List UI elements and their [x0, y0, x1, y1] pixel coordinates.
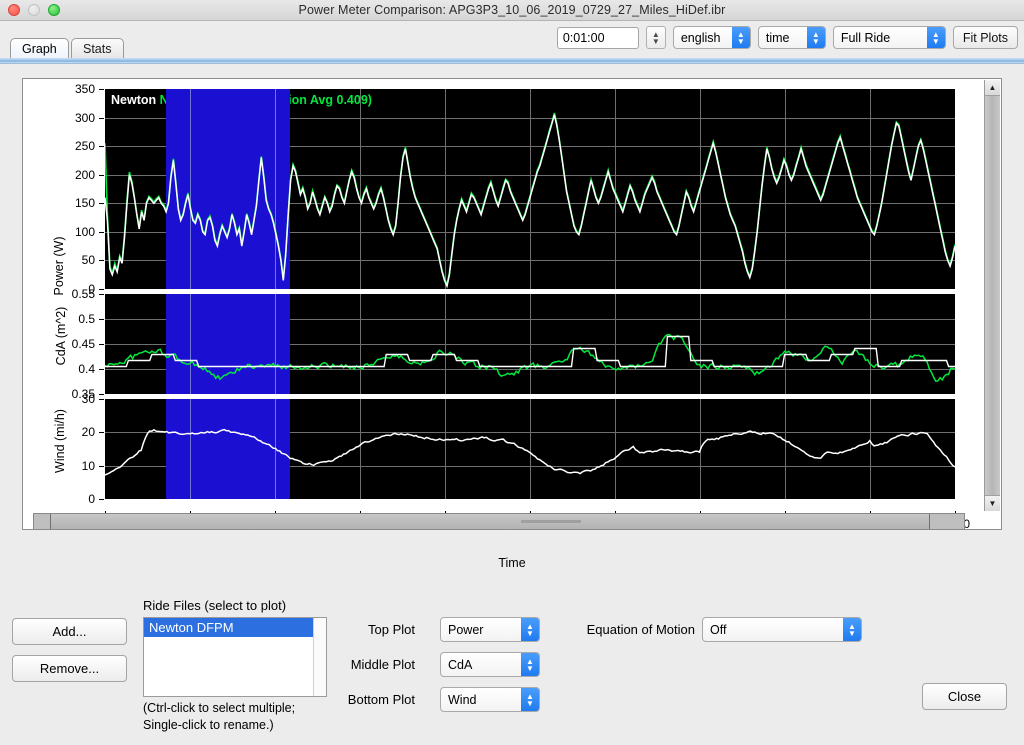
- equation-of-motion-label: Equation of Motion: [505, 622, 695, 637]
- y-tick-label: 300: [75, 111, 95, 125]
- y-tick-label: 0.5: [78, 312, 95, 326]
- power-plot[interactable]: Newton Newton DFPM (Selection Avg 0.409): [105, 89, 955, 289]
- bottom-plot-select[interactable]: Wind ▲▼: [440, 687, 540, 712]
- y-tick-label: 350: [75, 82, 95, 96]
- wind-plot[interactable]: [105, 399, 955, 499]
- scrollbar-grip-icon: [521, 520, 581, 523]
- series-layer: [105, 399, 955, 499]
- y-tick-mark: [99, 146, 104, 147]
- y-tick-mark: [99, 232, 104, 233]
- y-tick-label: 20: [82, 425, 95, 439]
- y-tick-mark: [99, 394, 104, 395]
- y-tick-label: 0.45: [72, 337, 95, 351]
- graph-panel: Power (W) 050100150200250300350 Newton N…: [22, 78, 1002, 530]
- ride-files-hint: (Ctrl-click to select multiple; Single-c…: [143, 700, 295, 734]
- cda-plot[interactable]: [105, 294, 955, 394]
- bottom-plot-select-value: Wind: [448, 693, 476, 707]
- series-layer: [105, 89, 955, 289]
- y-tick-mark: [99, 89, 104, 90]
- plot-stack: Power (W) 050100150200250300350 Newton N…: [23, 79, 966, 511]
- scroll-up-icon[interactable]: ▲: [985, 80, 1000, 96]
- series-newton: [105, 115, 955, 286]
- window-controls: [8, 4, 60, 16]
- series-newton: [105, 337, 955, 367]
- y-tick-mark: [99, 466, 104, 467]
- chevron-updown-icon: ▲▼: [521, 688, 539, 711]
- y-tick-mark: [99, 399, 104, 400]
- close-window-button[interactable]: [8, 4, 20, 16]
- y-tick-mark: [99, 175, 104, 176]
- y-tick-mark: [99, 499, 104, 500]
- y-tick-mark: [99, 118, 104, 119]
- cda-axis-label: CdA (m^2): [54, 286, 68, 386]
- middle-plot-label: Middle Plot: [280, 657, 415, 672]
- y-tick-label: 150: [75, 196, 95, 210]
- window-titlebar: Power Meter Comparison: APG3P3_10_06_201…: [0, 0, 1024, 21]
- y-tick-label: 30: [82, 392, 95, 406]
- horizontal-scrollbar[interactable]: [33, 513, 965, 530]
- y-tick-mark: [99, 432, 104, 433]
- wind-axis-label: Wind (mi/h): [53, 386, 67, 496]
- chevron-updown-icon: ▲▼: [843, 618, 861, 641]
- x-axis-title: Time: [0, 556, 1024, 570]
- tab-underline: [0, 58, 1024, 64]
- ride-files-hint-line2: Single-click to rename.): [143, 717, 295, 734]
- series-newton: [105, 430, 955, 475]
- middle-plot-select-value: CdA: [448, 658, 472, 672]
- zoom-window-button[interactable]: [48, 4, 60, 16]
- equation-of-motion-value: Off: [710, 623, 726, 637]
- y-tick-label: 10: [82, 459, 95, 473]
- top-plot-select-value: Power: [448, 623, 483, 637]
- y-tick-mark: [99, 260, 104, 261]
- y-tick-mark: [99, 289, 104, 290]
- bottom-plot-label: Bottom Plot: [280, 692, 415, 707]
- y-tick-mark: [99, 369, 104, 370]
- y-tick-mark: [99, 319, 104, 320]
- horizontal-scrollbar-thumb[interactable]: [50, 514, 930, 529]
- ride-files-label: Ride Files (select to plot): [143, 598, 286, 613]
- y-tick-label: 0.55: [72, 287, 95, 301]
- series-newton-dfpm: [105, 335, 955, 382]
- add-button[interactable]: Add...: [12, 618, 127, 645]
- y-tick-label: 100: [75, 225, 95, 239]
- top-plot-label: Top Plot: [280, 622, 415, 637]
- remove-button[interactable]: Remove...: [12, 655, 127, 682]
- tab-bar: Graph Stats: [0, 38, 1024, 60]
- y-tick-mark: [99, 344, 104, 345]
- y-tick-label: 0: [88, 492, 95, 506]
- vertical-scrollbar-thumb[interactable]: [985, 96, 1000, 495]
- y-tick-label: 50: [82, 253, 95, 267]
- tab-stats[interactable]: Stats: [71, 38, 124, 58]
- ride-files-hint-line1: (Ctrl-click to select multiple;: [143, 700, 295, 717]
- middle-plot-select[interactable]: CdA ▲▼: [440, 652, 540, 677]
- minimize-window-button[interactable]: [28, 4, 40, 16]
- chevron-updown-icon: ▲▼: [521, 653, 539, 676]
- y-tick-label: 250: [75, 139, 95, 153]
- close-button[interactable]: Close: [922, 683, 1007, 710]
- series-layer: [105, 294, 955, 394]
- y-tick-label: 200: [75, 168, 95, 182]
- window-title: Power Meter Comparison: APG3P3_10_06_201…: [0, 3, 1024, 17]
- vertical-scrollbar[interactable]: ▲ ▼: [984, 80, 1000, 511]
- y-tick-mark: [99, 203, 104, 204]
- y-tick-label: 0.4: [78, 362, 95, 376]
- y-tick-mark: [99, 294, 104, 295]
- scroll-down-icon[interactable]: ▼: [985, 495, 1000, 511]
- tab-graph[interactable]: Graph: [10, 38, 69, 58]
- equation-of-motion-select[interactable]: Off ▲▼: [702, 617, 862, 642]
